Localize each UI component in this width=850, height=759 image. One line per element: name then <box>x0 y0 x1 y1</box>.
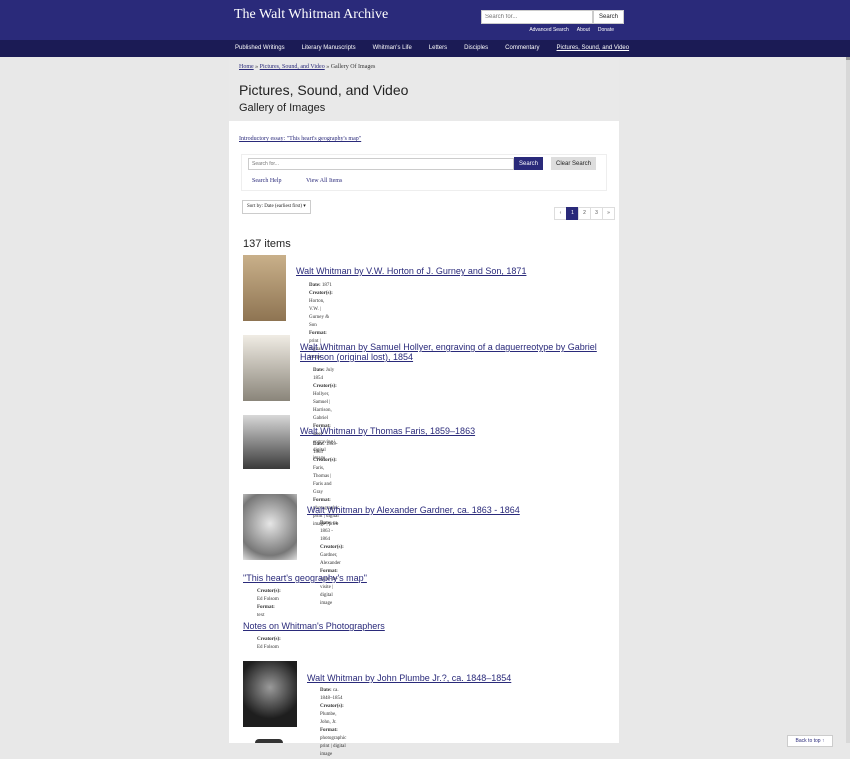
result-creator: Faris, Thomas | Faris and Gray <box>313 466 332 495</box>
pagination-next[interactable]: » <box>602 207 615 220</box>
site-header: The Walt Whitman Archive Search Advanced… <box>0 0 850 40</box>
creator-label: Creator(s): <box>257 637 281 642</box>
advanced-search-link[interactable]: Advanced Search <box>529 27 568 33</box>
format-label: Format: <box>313 498 331 503</box>
date-label: Date: <box>313 368 325 373</box>
result-date: 1871 <box>321 283 332 288</box>
date-label: Date: <box>313 442 325 447</box>
format-label: Format: <box>309 331 327 336</box>
result-title[interactable]: Walt Whitman by John Plumbe Jr.?, ca. 18… <box>307 673 617 683</box>
clear-search-button[interactable]: Clear Search <box>551 157 597 170</box>
search-panel: Search Clear Search Search Help View All… <box>241 154 607 191</box>
creator-label: Creator(s): <box>320 704 344 709</box>
page-subtitle: Gallery of Images <box>239 102 326 114</box>
search-help-link[interactable]: Search Help <box>252 178 282 184</box>
result-creator: Gardner, Alexander <box>320 553 341 566</box>
date-label: Date: <box>320 688 332 693</box>
result-meta: Creator(s): Ed Folsom <box>257 636 281 652</box>
breadcrumb-separator: » <box>255 64 259 70</box>
breadcrumb-current: Gallery Of Images <box>330 64 376 70</box>
nav-pictures-sound-video[interactable]: Pictures, Sound, and Video <box>557 45 630 51</box>
results-count: 137 items <box>243 238 291 250</box>
breadcrumb-separator: » <box>326 64 330 70</box>
format-label: Format: <box>257 605 275 610</box>
result-title[interactable]: "This heart's geography's map" <box>243 573 603 583</box>
donate-link[interactable]: Donate <box>598 27 614 33</box>
breadcrumb-section[interactable]: Pictures, Sound, and Video <box>260 64 325 70</box>
header-search-button[interactable]: Search <box>593 10 625 24</box>
result-thumbnail[interactable] <box>243 661 297 727</box>
page-title: Pictures, Sound, and Video <box>239 82 409 98</box>
search-input[interactable] <box>248 158 514 170</box>
result-title[interactable]: Walt Whitman by Thomas Faris, 1859–1863 <box>300 426 620 436</box>
result-creator: Plumbe, John, Jr. <box>320 712 337 725</box>
creator-label: Creator(s): <box>313 458 337 463</box>
view-all-items-link[interactable]: View All Items <box>306 178 342 184</box>
creator-label: Creator(s): <box>313 384 337 389</box>
result-meta: Date: ca. 1848–1854 Creator(s): Plumbe, … <box>320 687 346 759</box>
result-thumbnail[interactable] <box>243 255 286 321</box>
result-meta: Date: 1859-1863 Creator(s): Faris, Thoma… <box>313 441 339 529</box>
nav-whitmans-life[interactable]: Whitman's Life <box>373 45 412 51</box>
format-label: Format: <box>320 728 338 733</box>
site-title[interactable]: The Walt Whitman Archive <box>234 7 388 23</box>
creator-label: Creator(s): <box>320 545 344 550</box>
sort-select[interactable]: Sort by: Date (earliest first) ▾ <box>242 200 311 214</box>
main-nav: Published Writings Literary Manuscripts … <box>0 40 850 57</box>
result-thumbnail[interactable] <box>243 335 290 401</box>
nav-letters[interactable]: Letters <box>429 45 447 51</box>
result-title[interactable]: Notes on Whitman's Photographers <box>243 621 603 631</box>
page-scrollbar[interactable] <box>846 0 850 743</box>
nav-commentary[interactable]: Commentary <box>505 45 539 51</box>
result-creator: Hollyer, Samuel | Harrison, Gabriel <box>313 392 332 421</box>
result-meta: Date: ca. 1863 - 1864 Creator(s): Gardne… <box>320 520 344 608</box>
breadcrumb: Home » Pictures, Sound, and Video » Gall… <box>239 64 375 70</box>
nav-disciples[interactable]: Disciples <box>464 45 488 51</box>
breadcrumb-home[interactable]: Home <box>239 64 254 70</box>
date-label: Date: <box>320 521 332 526</box>
header-search: Search <box>481 10 625 24</box>
result-format: photographic print | digital image <box>320 736 347 757</box>
result-meta: Creator(s): Ed Folsom Format: text <box>257 588 281 620</box>
creator-label: Creator(s): <box>309 291 333 296</box>
creator-label: Creator(s): <box>257 589 281 594</box>
main-content: Home » Pictures, Sound, and Video » Gall… <box>229 57 620 757</box>
result-title[interactable]: Walt Whitman by Samuel Hollyer, engravin… <box>300 342 600 362</box>
result-thumbnail[interactable] <box>243 415 290 469</box>
result-creator: Ed Folsom <box>257 597 279 602</box>
result-title[interactable]: Walt Whitman by V.W. Horton of J. Gurney… <box>296 266 616 276</box>
nav-literary-manuscripts[interactable]: Literary Manuscripts <box>302 45 356 51</box>
nav-published-writings[interactable]: Published Writings <box>235 45 285 51</box>
header-links: Advanced Search About Donate <box>529 27 614 33</box>
result-thumbnail[interactable] <box>255 739 283 743</box>
title-band: Home » Pictures, Sound, and Video » Gall… <box>229 57 619 121</box>
result-title[interactable]: Walt Whitman by Alexander Gardner, ca. 1… <box>307 505 617 515</box>
about-link[interactable]: About <box>577 27 590 33</box>
result-thumbnail[interactable] <box>243 494 297 560</box>
search-button[interactable]: Search <box>514 157 544 170</box>
result-creator: Horton, V.W. | Gurney & Son <box>309 299 330 328</box>
result-creator: Ed Folsom <box>257 645 279 650</box>
back-to-top-button[interactable]: Back to top ↑ <box>787 735 833 747</box>
pagination: ‹ 1 2 3 » <box>554 207 615 220</box>
intro-essay-link[interactable]: Introductory essay: "This heart's geogra… <box>239 136 361 142</box>
date-label: Date: <box>309 283 321 288</box>
header-search-input[interactable] <box>481 10 593 24</box>
result-format: text <box>257 613 265 618</box>
